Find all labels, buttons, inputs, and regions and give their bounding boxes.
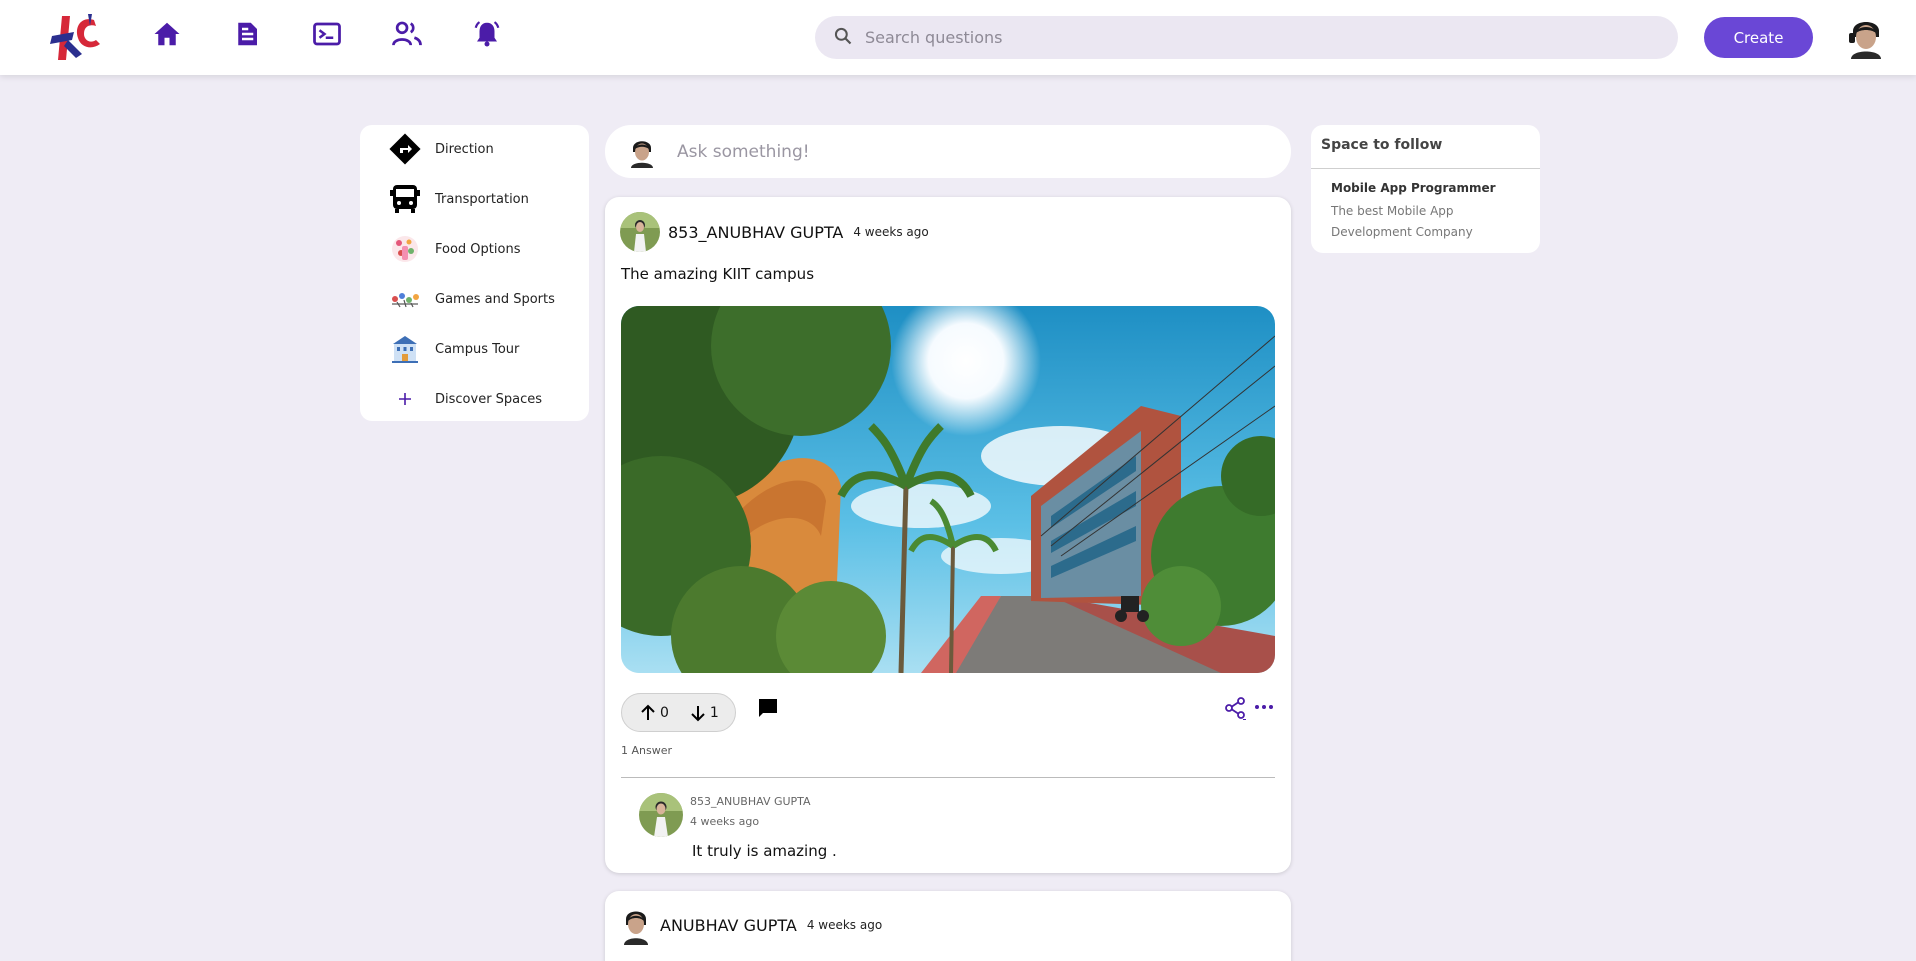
space-name[interactable]: Mobile App Programmer — [1331, 181, 1496, 195]
kc-logo-icon[interactable] — [48, 10, 104, 66]
post-card: ANUBHAV GUPTA 4 weeks ago — [605, 891, 1291, 961]
home-icon[interactable] — [149, 16, 185, 52]
more-options-icon[interactable] — [1252, 697, 1276, 717]
sidebar-item-games-and-sports[interactable]: Games and Sports — [388, 280, 578, 318]
ask-placeholder: Ask something! — [677, 141, 810, 162]
create-button[interactable]: Create — [1704, 17, 1813, 58]
sidebar-item-label: Campus Tour — [435, 341, 520, 357]
divider — [621, 777, 1275, 778]
food-icon — [388, 232, 422, 266]
document-icon[interactable] — [229, 16, 265, 52]
post-image — [621, 306, 1275, 673]
sidebar-item-campus-tour[interactable]: Campus Tour — [388, 330, 578, 368]
post-timestamp: 4 weeks ago — [806, 918, 883, 932]
arrow-up-icon — [641, 704, 655, 720]
answer-author-name[interactable]: 853_ANUBHAV GUPTA — [690, 795, 811, 808]
widget-title: Space to follow — [1321, 137, 1443, 153]
sidebar-item-label: Transportation — [435, 191, 529, 207]
top-navbar: Create — [0, 0, 1916, 75]
post-author-name[interactable]: 853_ANUBHAV GUPTA — [668, 223, 843, 242]
upvote-count: 0 — [660, 704, 669, 721]
post-card: 853_ANUBHAV GUPTA 4 weeks ago The amazin… — [605, 197, 1291, 873]
ask-question-box[interactable]: Ask something! — [605, 125, 1291, 178]
answer-count[interactable]: 1 Answer — [621, 744, 672, 757]
answer-timestamp: 4 weeks ago — [690, 815, 760, 828]
direction-sign-icon — [388, 132, 422, 166]
sidebar-item-transportation[interactable]: Transportation — [388, 180, 578, 218]
sidebar-item-label: Food Options — [435, 241, 521, 257]
plus-icon — [388, 382, 422, 416]
sidebar-item-label: Games and Sports — [435, 291, 555, 307]
post-author-name[interactable]: ANUBHAV GUPTA — [660, 916, 797, 935]
space-description: The best Mobile App Development Company — [1331, 204, 1473, 239]
post-timestamp: 4 weeks ago — [853, 225, 929, 239]
answer-text: It truly is amazing . — [692, 842, 837, 860]
sidebar-item-label: Discover Spaces — [435, 391, 543, 407]
divider — [1311, 168, 1540, 169]
post-header: ANUBHAV GUPTA 4 weeks ago — [620, 905, 882, 945]
author-avatar[interactable] — [620, 905, 652, 945]
bell-icon[interactable] — [469, 16, 505, 52]
sidebar-item-discover-spaces[interactable]: Discover Spaces — [388, 380, 578, 418]
user-avatar-small — [627, 135, 657, 168]
upvote-button[interactable]: 0 — [639, 704, 669, 722]
vote-pill: 0 1 — [621, 693, 736, 732]
people-icon[interactable] — [389, 16, 425, 52]
post-title[interactable]: The amazing KIIT campus — [621, 265, 814, 283]
campus-building-icon — [388, 332, 422, 366]
search-icon — [833, 26, 853, 50]
search-bar[interactable] — [815, 16, 1678, 59]
post-header: 853_ANUBHAV GUPTA 4 weeks ago — [620, 212, 929, 252]
sports-icon — [388, 282, 422, 316]
arrow-down-icon — [691, 705, 705, 721]
bus-icon — [388, 182, 422, 216]
search-input[interactable] — [865, 28, 1645, 47]
spaces-sidebar: Direction Transportation Food Options Ga… — [360, 125, 589, 421]
terminal-icon[interactable] — [309, 16, 345, 52]
answer-author-avatar[interactable] — [639, 793, 683, 837]
sidebar-item-direction[interactable]: Direction — [388, 130, 578, 168]
space-to-follow-widget: Space to follow Mobile App Programmer Th… — [1311, 125, 1540, 253]
sidebar-item-label: Direction — [435, 141, 494, 157]
author-avatar[interactable] — [620, 212, 660, 252]
user-avatar[interactable] — [1845, 15, 1887, 59]
sidebar-item-food-options[interactable]: Food Options — [388, 230, 578, 268]
comment-icon[interactable] — [756, 696, 782, 722]
downvote-count: 1 — [709, 704, 719, 721]
downvote-button[interactable]: 1 — [689, 704, 719, 722]
share-icon[interactable] — [1224, 696, 1248, 722]
